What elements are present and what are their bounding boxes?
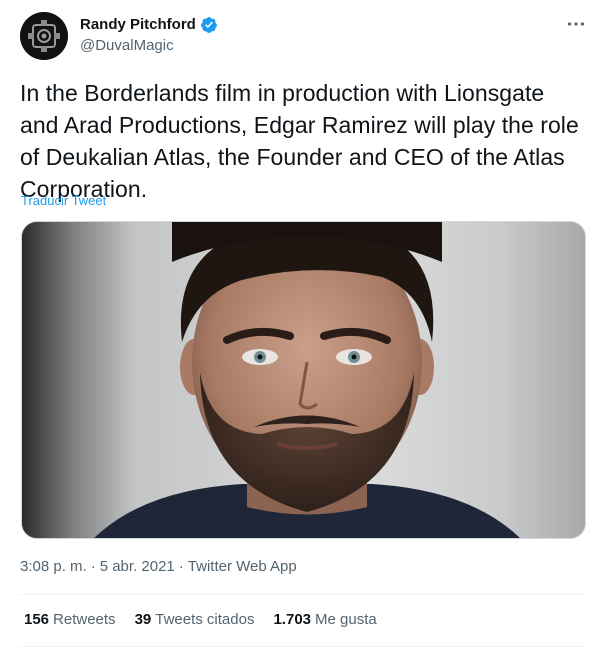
author-name-row: Randy Pitchford xyxy=(80,15,218,35)
meta-separator: · xyxy=(178,558,184,575)
likes-stat[interactable]: 1.703 Me gusta xyxy=(273,610,376,630)
gear-logo-icon xyxy=(20,12,68,60)
quotes-stat[interactable]: 39 Tweets citados xyxy=(135,610,255,630)
tweet-text: In the Borderlands film in production wi… xyxy=(20,80,579,202)
author-handle[interactable]: @DuvalMagic xyxy=(80,36,218,56)
avatar[interactable] xyxy=(20,12,68,60)
quotes-label: Tweets citados xyxy=(155,611,255,628)
verified-badge-icon xyxy=(200,17,217,33)
retweets-label: Retweets xyxy=(53,611,116,628)
divider xyxy=(20,594,586,595)
translate-tweet-link[interactable]: Traducir Tweet xyxy=(21,193,106,208)
author-info: Randy Pitchford @DuvalMagic xyxy=(80,15,218,56)
retweets-count: 156 xyxy=(24,611,50,628)
tweet-source[interactable]: Twitter Web App xyxy=(188,558,297,575)
retweets-stat[interactable]: 156 Retweets xyxy=(24,610,116,630)
quotes-count: 39 xyxy=(134,611,152,628)
tweet-card: Randy Pitchford @DuvalMagic In the Borde… xyxy=(0,0,602,647)
tweet-date[interactable]: 5 abr. 2021 xyxy=(100,558,175,575)
more-options-button[interactable] xyxy=(564,14,588,34)
tweet-time[interactable]: 3:08 p. m. xyxy=(20,558,87,575)
tweet-stats: 156 Retweets 39 Tweets citados 1.703 Me gus… xyxy=(24,610,377,630)
likes-count: 1.703 xyxy=(273,611,312,628)
tweet-photo[interactable] xyxy=(21,221,586,539)
more-options-icon xyxy=(567,22,585,26)
tweet-meta: 3:08 p. m. · 5 abr. 2021 · Twitter Web App xyxy=(20,557,297,577)
portrait-photo xyxy=(22,222,585,538)
author-name[interactable]: Randy Pitchford xyxy=(80,15,196,35)
meta-separator: · xyxy=(90,558,96,575)
likes-label: Me gusta xyxy=(315,611,377,628)
